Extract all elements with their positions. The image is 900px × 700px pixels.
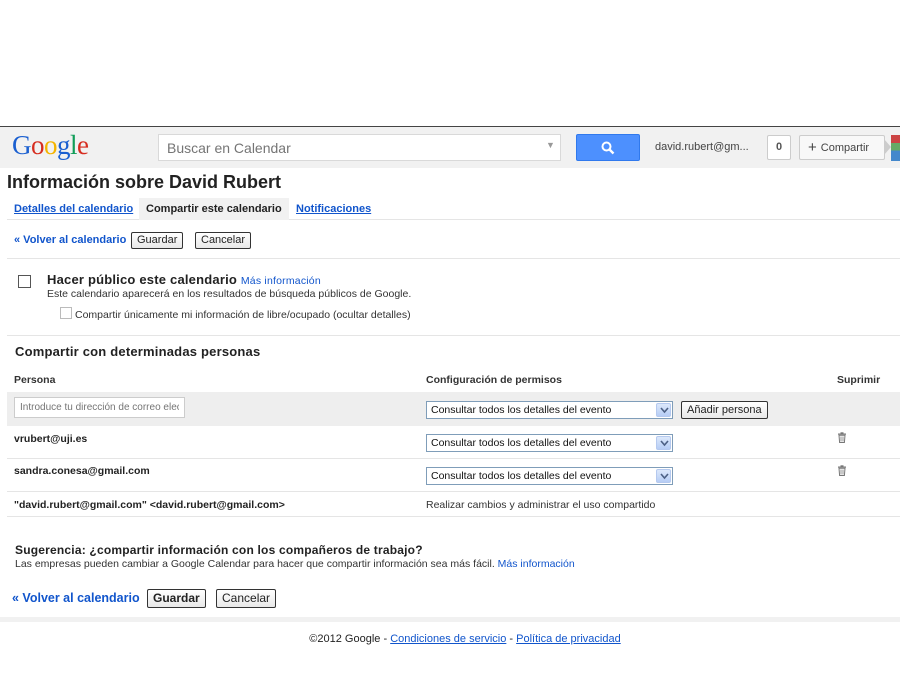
new-permission-select[interactable]: Consultar todos los detalles del evento bbox=[426, 401, 673, 419]
divider bbox=[7, 335, 900, 336]
back-to-calendar-link-bottom[interactable]: « Volver al calendario bbox=[12, 591, 140, 605]
tab-calendar-details[interactable]: Detalles del calendario bbox=[7, 198, 140, 220]
cancel-button[interactable]: Cancelar bbox=[195, 232, 252, 249]
column-permissions: Configuración de permisos bbox=[426, 374, 562, 386]
search-button[interactable] bbox=[576, 134, 640, 161]
google-logo[interactable]: Google bbox=[12, 130, 89, 161]
permission-select[interactable]: Consultar todos los detalles del evento bbox=[426, 434, 673, 452]
tab-bar: Detalles del calendario Compartir este c… bbox=[7, 198, 900, 220]
make-public-title: Hacer público este calendario bbox=[47, 272, 238, 287]
permission-text: Realizar cambios y administrar el uso co… bbox=[426, 499, 656, 511]
share-button[interactable]: + Compartir bbox=[799, 135, 885, 160]
divider bbox=[7, 258, 900, 259]
divider bbox=[7, 491, 900, 492]
save-button-bottom[interactable]: Guardar bbox=[147, 589, 206, 608]
back-to-calendar-link[interactable]: « Volver al calendario bbox=[14, 234, 126, 246]
top-bar: Google ▼ david.rubert@gm... 0 +Compartir bbox=[0, 126, 900, 168]
person-email: sandra.conesa@gmail.com bbox=[14, 465, 150, 477]
make-public-checkbox[interactable] bbox=[18, 275, 31, 288]
footer-divider bbox=[0, 617, 900, 622]
plus-icon: + bbox=[808, 139, 817, 156]
trash-icon[interactable] bbox=[837, 465, 847, 476]
free-busy-label: Compartir únicamente mi información de l… bbox=[75, 309, 411, 321]
search-dropdown-icon[interactable]: ▼ bbox=[546, 140, 555, 150]
column-remove: Suprimir bbox=[837, 374, 881, 386]
column-person: Persona bbox=[14, 374, 56, 386]
terms-link[interactable]: Condiciones de servicio bbox=[390, 633, 506, 645]
share-label: Compartir bbox=[820, 142, 870, 154]
chevron-down-icon bbox=[656, 403, 671, 417]
chevron-down-icon bbox=[656, 436, 671, 450]
public-description: Este calendario aparecerá en los resulta… bbox=[47, 288, 412, 300]
add-person-button[interactable]: Añadir persona bbox=[681, 401, 768, 419]
share-section-title: Compartir con determinadas personas bbox=[15, 344, 261, 359]
tab-notifications[interactable]: Notificaciones bbox=[289, 198, 378, 220]
person-email: "david.rubert@gmail.com" <david.rubert@g… bbox=[14, 499, 285, 511]
account-name[interactable]: david.rubert@gm... bbox=[655, 141, 749, 153]
divider bbox=[7, 458, 900, 459]
tip-more-info-link[interactable]: Más información bbox=[498, 558, 575, 570]
make-public-heading: Hacer público este calendario Más inform… bbox=[47, 272, 321, 287]
avatar[interactable] bbox=[891, 135, 900, 161]
person-email: vrubert@uji.es bbox=[14, 433, 88, 445]
more-info-link[interactable]: Más información bbox=[241, 275, 321, 287]
permission-value: Consultar todos los detalles del evento bbox=[431, 437, 612, 449]
chevron-down-icon bbox=[656, 469, 671, 483]
share-arrow-icon bbox=[884, 139, 891, 155]
search-icon bbox=[601, 141, 615, 155]
notification-count[interactable]: 0 bbox=[767, 135, 791, 160]
free-busy-checkbox[interactable] bbox=[60, 307, 72, 319]
privacy-link[interactable]: Política de privacidad bbox=[516, 633, 621, 645]
tip-text: Las empresas pueden cambiar a Google Cal… bbox=[15, 558, 575, 570]
save-button[interactable]: Guardar bbox=[131, 232, 184, 249]
trash-icon[interactable] bbox=[837, 432, 847, 443]
tab-share-calendar[interactable]: Compartir este calendario bbox=[139, 198, 289, 220]
divider bbox=[7, 516, 900, 517]
tip-title: Sugerencia: ¿compartir información con l… bbox=[15, 543, 423, 557]
permission-value: Consultar todos los detalles del evento bbox=[431, 470, 612, 482]
search-input[interactable] bbox=[158, 134, 561, 161]
copyright: ©2012 Google - bbox=[309, 633, 391, 645]
permission-select[interactable]: Consultar todos los detalles del evento bbox=[426, 467, 673, 485]
page-title: Información sobre David Rubert bbox=[7, 172, 282, 192]
email-input[interactable] bbox=[14, 397, 185, 418]
footer: ©2012 Google - Condiciones de servicio -… bbox=[0, 633, 900, 645]
cancel-button-bottom[interactable]: Cancelar bbox=[216, 589, 277, 608]
new-permission-value: Consultar todos los detalles del evento bbox=[431, 404, 612, 416]
tip-description: Las empresas pueden cambiar a Google Cal… bbox=[15, 558, 495, 570]
footer-separator: - bbox=[506, 633, 517, 645]
